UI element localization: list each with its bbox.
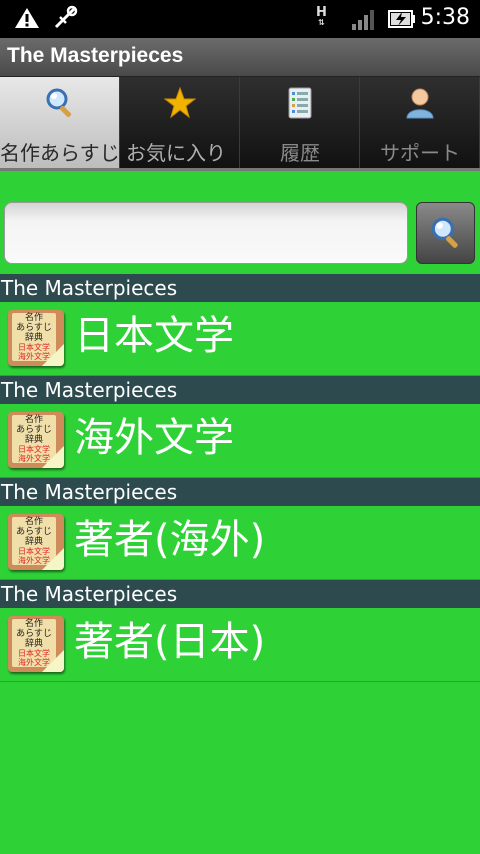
book-icon: 名作 あらすじ 辞典 日本文学 海外文学 (8, 514, 64, 570)
section-header: The Masterpieces (0, 274, 480, 302)
tab-synopsis[interactable]: 名作あらすじ (0, 77, 120, 168)
list-item-label: 著者(日本) (74, 619, 266, 665)
search-input[interactable] (4, 202, 408, 264)
book-icon-line: 辞典 (24, 435, 43, 445)
book-icon: 名作 あらすじ 辞典 日本文学 海外文学 (8, 616, 64, 672)
network-type-indicator: H ⇅ (316, 6, 327, 27)
page-fold (42, 446, 64, 468)
list-item-foreign-literature[interactable]: 名作 あらすじ 辞典 日本文学 海外文学 海外文学 (0, 404, 480, 478)
tab-divider (0, 168, 480, 171)
book-icon: 名作 あらすじ 辞典 日本文学 海外文学 (8, 412, 64, 468)
category-list: The Masterpieces 名作 あらすじ 辞典 日本文学 海外文学 日本… (0, 274, 480, 682)
tab-bar: 名作あらすじ お気に入り 履歴 サポート (0, 77, 480, 168)
book-icon-line: 名作 (24, 517, 43, 527)
section-header: The Masterpieces (0, 376, 480, 404)
list-item-label: 海外文学 (74, 415, 234, 461)
section-header: The Masterpieces (0, 478, 480, 506)
clock-time: 5:38 (420, 5, 470, 30)
person-icon (406, 88, 434, 119)
book-icon-line: あらすじ (16, 425, 52, 435)
tab-favorites[interactable]: お気に入り (120, 77, 240, 168)
magnifier-icon (46, 88, 72, 118)
app-title: The Masterpieces (7, 44, 184, 67)
book-icon-line: 辞典 (24, 537, 43, 547)
book-icon-line: 辞典 (24, 639, 43, 649)
title-bar: The Masterpieces (0, 38, 480, 77)
tab-label: サポート (380, 141, 460, 165)
tab-support[interactable]: サポート (360, 77, 480, 168)
list-item-authors-japanese[interactable]: 名作 あらすじ 辞典 日本文学 海外文学 著者(日本) (0, 608, 480, 682)
page-fold (42, 650, 64, 672)
warning-icon (15, 8, 39, 28)
book-icon: 名作 あらすじ 辞典 日本文学 海外文学 (8, 310, 64, 366)
data-arrows-icon: ⇅ (318, 18, 325, 27)
list-item-authors-foreign[interactable]: 名作 あらすじ 辞典 日本文学 海外文学 著者(海外) (0, 506, 480, 580)
signal-icon (352, 10, 374, 30)
search-icon (431, 217, 458, 248)
app-screen: H ⇅ 5:38 The Masterpieces 名作あらすじ お気に入り 履… (0, 0, 480, 854)
book-icon-line: 名作 (24, 619, 43, 629)
list-item-japanese-literature[interactable]: 名作 あらすじ 辞典 日本文学 海外文学 日本文学 (0, 302, 480, 376)
tab-label: 名作あらすじ (0, 141, 120, 165)
page-fold (42, 548, 64, 570)
usb-debug-icon (54, 5, 78, 29)
status-bar: H ⇅ 5:38 (0, 0, 480, 38)
list-item-label: 日本文学 (74, 313, 234, 359)
book-icon-line: あらすじ (16, 323, 52, 333)
page-fold (42, 344, 64, 366)
star-icon (164, 87, 196, 119)
search-button[interactable] (416, 202, 475, 264)
book-icon-line: あらすじ (16, 629, 52, 639)
tab-label: お気に入り (126, 141, 226, 165)
tab-label: 履歴 (280, 141, 320, 165)
section-header: The Masterpieces (0, 580, 480, 608)
book-icon-line: 名作 (24, 313, 43, 323)
list-icon (288, 87, 312, 119)
book-icon-line: 名作 (24, 415, 43, 425)
battery-charging-icon (388, 10, 415, 28)
tab-history[interactable]: 履歴 (240, 77, 360, 168)
list-item-label: 著者(海外) (74, 517, 266, 563)
book-icon-line: あらすじ (16, 527, 52, 537)
book-icon-line: 辞典 (24, 333, 43, 343)
